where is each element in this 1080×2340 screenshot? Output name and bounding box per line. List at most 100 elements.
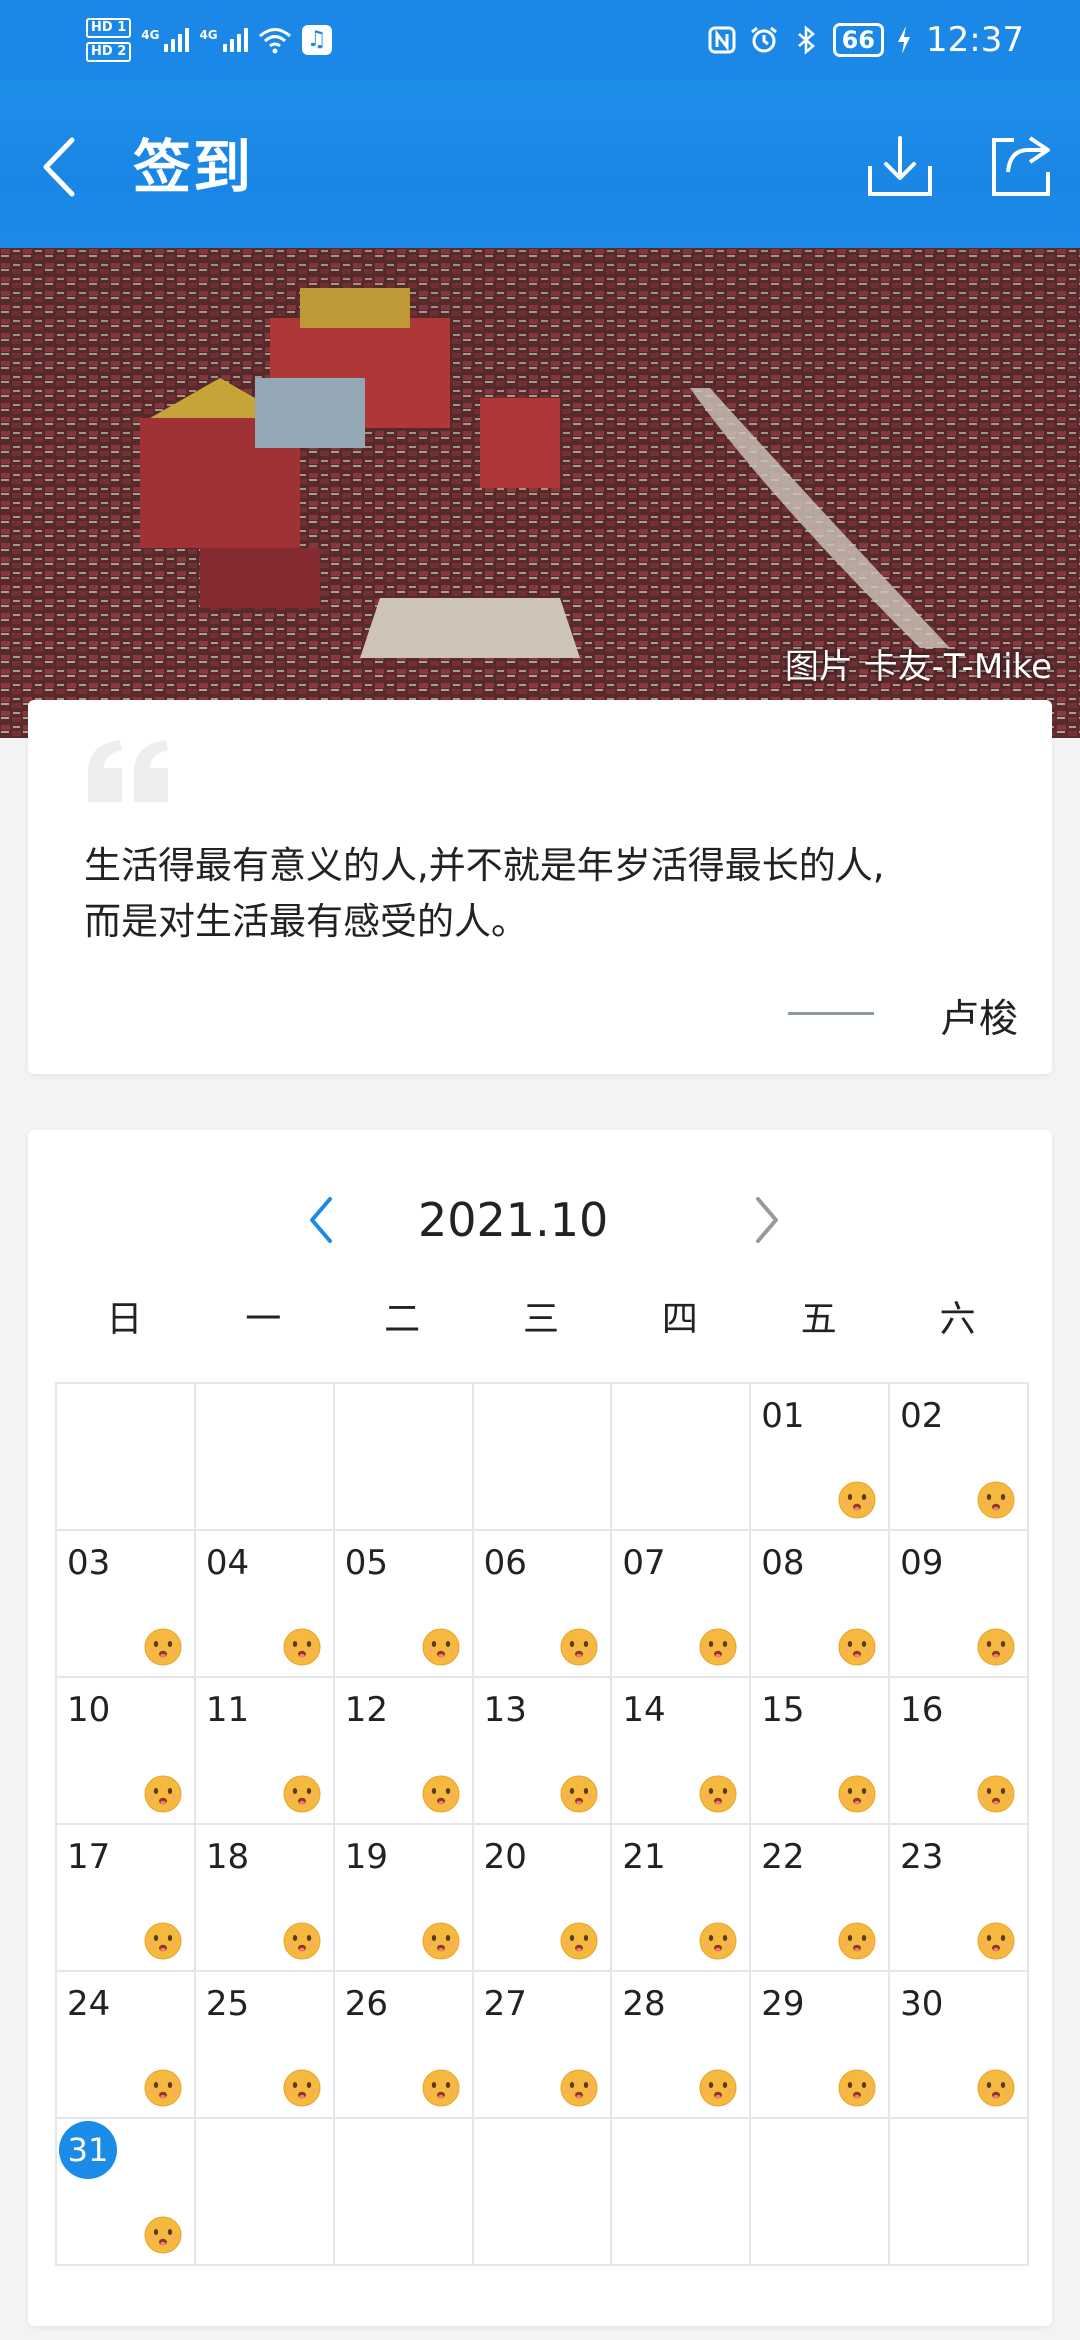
quote-mark-icon [88, 740, 168, 802]
calendar-day-cell[interactable]: 06 [473, 1531, 613, 1678]
calendar-empty-cell [751, 2119, 891, 2266]
calendar-empty-cell [57, 1384, 196, 1531]
smiley-icon [422, 1628, 460, 1666]
calendar-day-cell[interactable]: 22 [751, 1825, 891, 1972]
smiley-icon [838, 1481, 876, 1519]
smiley-icon [560, 1775, 598, 1813]
smiley-icon [977, 2069, 1015, 2107]
calendar-day-cell[interactable]: 27 [473, 1972, 613, 2119]
smiley-icon [283, 1775, 321, 1813]
share-button[interactable] [986, 132, 1054, 200]
calendar-empty-cell [612, 2119, 752, 2266]
today-day-number: 31 [59, 2121, 117, 2179]
calendar-day-cell[interactable]: 20 [473, 1825, 613, 1972]
calendar-day-cell[interactable]: 02 [890, 1384, 1029, 1531]
calendar-day-cell[interactable]: 21 [612, 1825, 752, 1972]
calendar-day-cell[interactable]: 17 [57, 1825, 196, 1972]
calendar-day-cell[interactable]: 31 [57, 2119, 196, 2266]
calendar-day-cell[interactable]: 07 [612, 1531, 752, 1678]
calendar-day-cell[interactable]: 23 [890, 1825, 1029, 1972]
calendar-day-cell[interactable]: 01 [751, 1384, 891, 1531]
calendar-day-cell[interactable]: 14 [612, 1678, 752, 1825]
calendar-day-cell[interactable]: 03 [57, 1531, 196, 1678]
smiley-icon [283, 1628, 321, 1666]
weekday-tue: 二 [384, 1299, 421, 1340]
day-number: 11 [205, 1690, 250, 1730]
music-app-icon: ♫ [301, 25, 332, 55]
day-number: 19 [344, 1837, 388, 1877]
smiley-icon [144, 2069, 182, 2107]
calendar-day-cell[interactable]: 15 [751, 1678, 891, 1825]
calendar-day-cell[interactable]: 24 [57, 1972, 196, 2119]
calendar-day-cell[interactable]: 05 [334, 1531, 474, 1678]
download-button[interactable] [866, 132, 934, 200]
calendar-empty-cell [195, 2119, 335, 2266]
calendar-day-cell[interactable]: 08 [751, 1531, 891, 1678]
calendar-day-cell[interactable]: 28 [612, 1972, 752, 2119]
day-number: 14 [622, 1690, 666, 1730]
smiley-icon [283, 2069, 321, 2107]
calendar-empty-cell [334, 2119, 474, 2266]
day-number: 30 [900, 1984, 944, 2024]
day-number: 02 [900, 1396, 944, 1436]
wifi-icon [258, 28, 291, 54]
battery-level: 66 [832, 23, 885, 57]
calendar-day-cell[interactable]: 29 [751, 1972, 891, 2119]
calendar-empty-cell [195, 1384, 335, 1531]
smiley-icon [283, 1922, 321, 1960]
day-number: 05 [344, 1543, 388, 1583]
smiley-icon [699, 1628, 737, 1666]
next-month-button[interactable] [738, 1185, 798, 1255]
smiley-icon [977, 1922, 1015, 1960]
calendar-day-cell[interactable]: 26 [334, 1972, 474, 2119]
calendar-day-cell[interactable]: 12 [334, 1678, 474, 1825]
charging-icon [898, 26, 911, 54]
hd2-badge: HD 2 [86, 42, 132, 62]
smiley-icon [699, 1922, 737, 1960]
network-type-1: 4G [141, 28, 160, 42]
calendar-day-cell[interactable]: 04 [195, 1531, 335, 1678]
calendar-empty-cell [612, 1384, 752, 1531]
smiley-icon [422, 1775, 460, 1813]
photo-credit: 图片 卡友-T-Mike [784, 647, 1052, 687]
calendar-day-cell[interactable]: 11 [195, 1678, 335, 1825]
smiley-icon [699, 2069, 737, 2107]
smiley-icon [977, 1628, 1015, 1666]
network-type-2: 4G [199, 28, 218, 42]
day-number: 13 [483, 1690, 527, 1730]
smiley-icon [838, 1922, 876, 1960]
weekday-wed: 三 [523, 1299, 560, 1340]
calendar-day-cell[interactable]: 09 [890, 1531, 1029, 1678]
status-left: HD 1 HD 2 4G 4G ♫ [86, 10, 332, 70]
day-number: 01 [761, 1396, 805, 1436]
day-number: 04 [205, 1543, 250, 1583]
calendar-day-cell[interactable]: 10 [57, 1678, 196, 1825]
smiley-icon [838, 2069, 876, 2107]
calendar-day-cell[interactable]: 18 [195, 1825, 335, 1972]
calendar-day-cell[interactable]: 30 [890, 1972, 1029, 2119]
day-number: 22 [761, 1837, 805, 1877]
prev-month-button[interactable] [290, 1185, 350, 1255]
day-number: 15 [761, 1690, 805, 1730]
quote-card: 生活得最有意义的人,并不就是年岁活得最长的人, 而是对生活最有感受的人。 卢梭 [28, 700, 1052, 1074]
day-number: 16 [900, 1690, 944, 1730]
quote-text: 生活得最有意义的人,并不就是年岁活得最长的人, 而是对生活最有感受的人。 [84, 838, 1024, 950]
calendar-empty-cell [890, 2119, 1029, 2266]
smiley-icon [144, 2216, 182, 2254]
day-number: 24 [67, 1984, 111, 2024]
day-number: 03 [67, 1543, 111, 1583]
calendar-day-cell[interactable]: 16 [890, 1678, 1029, 1825]
calendar-day-cell[interactable]: 25 [195, 1972, 335, 2119]
calendar-day-cell[interactable]: 13 [473, 1678, 613, 1825]
smiley-icon [977, 1775, 1015, 1813]
nfc-icon [708, 26, 736, 54]
smiley-icon [560, 1922, 598, 1960]
calendar-day-cell[interactable]: 19 [334, 1825, 474, 1972]
day-number: 07 [622, 1543, 666, 1583]
back-button[interactable] [36, 132, 86, 202]
alarm-icon [750, 26, 777, 53]
smiley-icon [699, 1775, 737, 1813]
day-number: 28 [622, 1984, 666, 2024]
day-number: 26 [344, 1984, 388, 2024]
calendar-card: 2021.10 日 一 二 三 四 五 六 01 02 03 04 05 06 07 08 09… [28, 1130, 1052, 2326]
